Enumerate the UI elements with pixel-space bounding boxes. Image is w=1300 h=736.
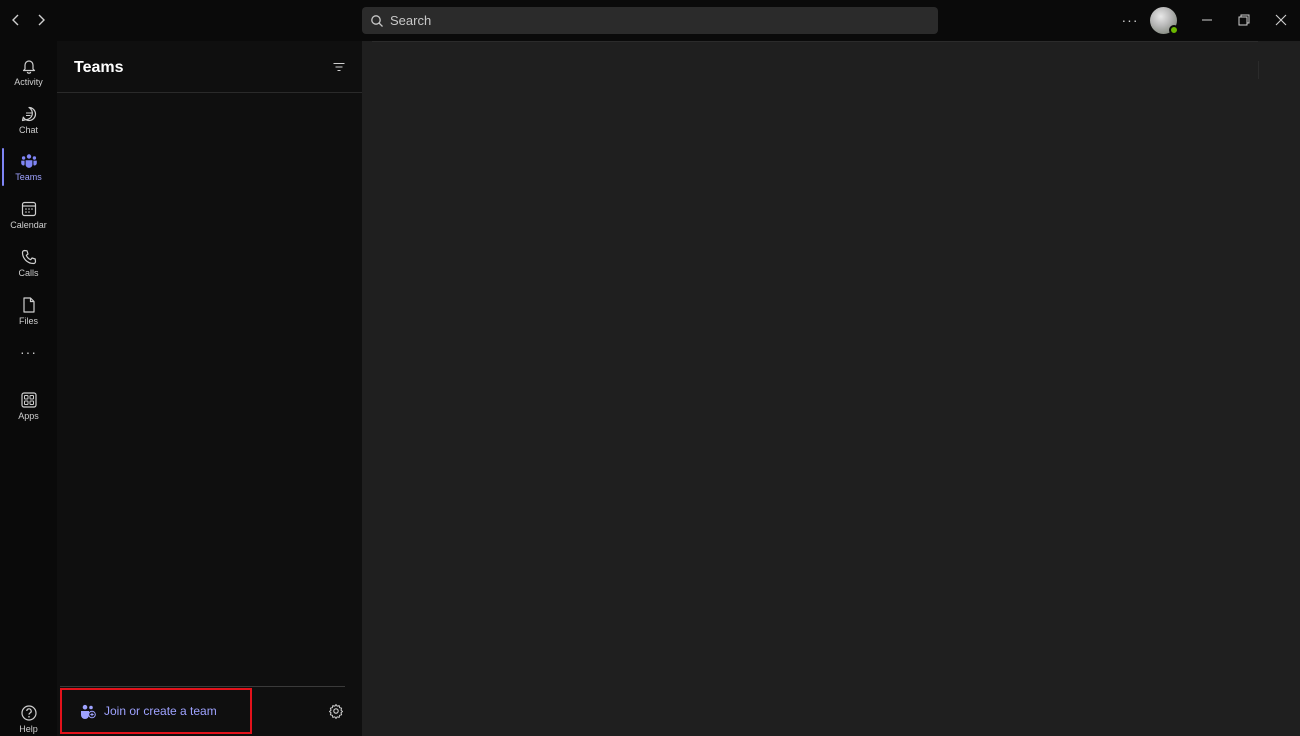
- minimize-icon: [1202, 19, 1212, 21]
- content-top-border: [372, 41, 1258, 42]
- rail-item-label: Apps: [18, 411, 39, 421]
- filter-button[interactable]: [329, 58, 349, 76]
- profile-avatar[interactable]: [1150, 7, 1179, 35]
- presence-available-indicator: [1169, 25, 1179, 35]
- apps-icon: [20, 392, 37, 408]
- search-input[interactable]: [390, 13, 930, 28]
- gear-icon: [329, 704, 343, 719]
- search-box[interactable]: [362, 7, 938, 34]
- rail-item-activity[interactable]: Activity: [0, 49, 57, 95]
- rail-item-files[interactable]: Files: [0, 288, 57, 334]
- calendar-icon: [21, 201, 36, 217]
- bottom-divider: [60, 686, 345, 687]
- rail-item-label: Activity: [14, 77, 43, 87]
- rail-item-label: Calls: [18, 268, 39, 278]
- close-button[interactable]: [1268, 8, 1294, 32]
- filter-icon: [333, 62, 345, 72]
- close-icon: [1275, 14, 1287, 26]
- settings-and-more-button[interactable]: ···: [1118, 10, 1142, 30]
- panel-title: Teams: [74, 59, 124, 76]
- rail-item-label: Files: [18, 316, 38, 326]
- search-icon: [371, 14, 383, 27]
- help-icon: [20, 705, 37, 721]
- rail-item-label: Calendar: [10, 220, 47, 230]
- teams-list-panel: Teams Join or create a team: [57, 41, 362, 736]
- rail-item-help[interactable]: Help: [0, 696, 57, 736]
- rail-item-teams[interactable]: Teams: [0, 144, 57, 190]
- rail-item-label: Chat: [18, 125, 38, 135]
- rail-item-calendar[interactable]: Calendar: [0, 192, 57, 238]
- more-apps-button[interactable]: ···: [0, 340, 57, 364]
- main-content-area: [362, 41, 1300, 736]
- restore-button[interactable]: [1231, 8, 1257, 32]
- rail-item-label: Teams: [15, 172, 42, 182]
- rail-item-apps[interactable]: Apps: [0, 383, 57, 429]
- phone-icon: [21, 249, 36, 265]
- chevron-right-icon: [38, 14, 45, 26]
- rail-item-chat[interactable]: Chat: [0, 97, 57, 143]
- join-or-create-team-button[interactable]: Join or create a team: [60, 688, 252, 734]
- file-icon: [22, 297, 35, 313]
- join-or-create-team-label: Join or create a team: [104, 704, 217, 718]
- teams-icon: [20, 154, 37, 168]
- forward-button[interactable]: [31, 10, 51, 30]
- manage-teams-settings-button[interactable]: [328, 703, 346, 721]
- chat-icon: [21, 106, 36, 122]
- rail-item-calls[interactable]: Calls: [0, 240, 57, 286]
- back-button[interactable]: [6, 10, 26, 30]
- title-bar: ···: [0, 0, 1300, 41]
- panel-divider: [57, 92, 362, 93]
- restore-icon: [1238, 14, 1250, 26]
- app-bar: Activity Chat Teams Calendar Calls Files…: [0, 41, 57, 736]
- bell-icon: [22, 60, 35, 74]
- chevron-left-icon: [12, 14, 19, 26]
- content-edge-line: [1258, 61, 1259, 79]
- minimize-button[interactable]: [1194, 8, 1220, 32]
- rail-item-label: Help: [19, 724, 38, 734]
- add-team-icon: [81, 704, 96, 719]
